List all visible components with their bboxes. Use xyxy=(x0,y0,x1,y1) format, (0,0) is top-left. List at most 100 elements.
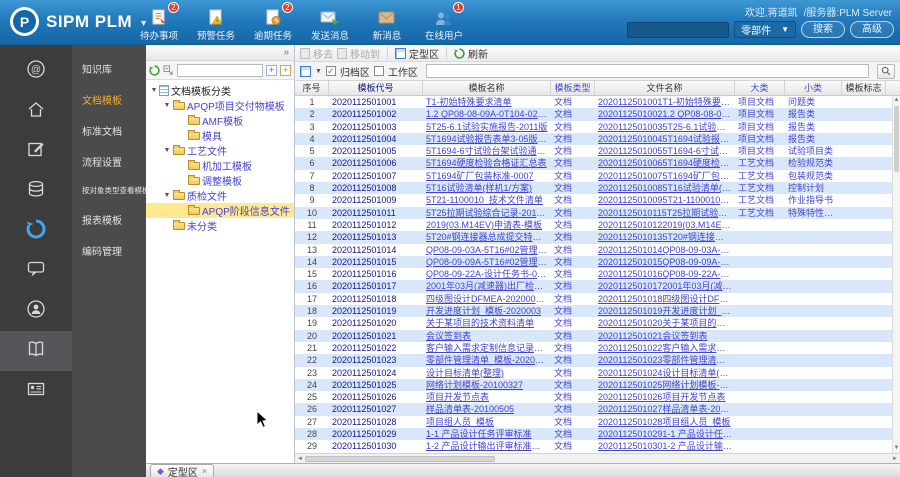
cell-name[interactable]: 2001年03月(减速器)出厂检验单 xyxy=(423,280,551,292)
cell-file[interactable]: 2020112501025网络计划模板-2010 xyxy=(595,379,735,391)
tree-expand-icon[interactable]: ▼ xyxy=(149,87,159,94)
grid-search-button[interactable] xyxy=(877,63,895,79)
rail-chat[interactable] xyxy=(0,251,72,291)
tree-node[interactable]: ▼ 文档模板分类 xyxy=(146,83,294,98)
refresh-button[interactable]: 刷新 xyxy=(454,46,488,61)
move-to-button[interactable]: 移动到 xyxy=(337,46,380,61)
tab-close-icon[interactable]: × xyxy=(202,466,207,476)
finalize-area-button[interactable]: 定型区 xyxy=(395,46,439,61)
cell-name[interactable]: 5T1694硬度检验合格证汇总表 xyxy=(423,157,551,169)
grid-filter-input[interactable] xyxy=(425,64,869,78)
cell-file[interactable]: 20201125010075T1694矿厂包装标准 xyxy=(595,170,735,182)
rail-id-card[interactable] xyxy=(0,371,72,411)
cell-name[interactable]: 样品清单表-20100505 xyxy=(423,403,551,415)
table-row[interactable]: 24 2020112501025 网络计划模板-20100327 文档 20201125… xyxy=(295,378,892,392)
table-row[interactable]: 2 2020112501002 1.2 QP08-08-09A-0T104-02特殊… xyxy=(295,108,892,121)
cell-name[interactable]: 四级图设计DFMEA-2020003版 xyxy=(423,293,551,305)
search-input[interactable] xyxy=(627,21,730,38)
cell-file[interactable]: 2020112501026项目开发节点表 xyxy=(595,391,735,403)
table-row[interactable]: 29 2020112501030 1-2 产品设计输出评审标准清单 文档 2020112… xyxy=(295,440,892,452)
column-header-category[interactable]: 大类 xyxy=(735,81,785,95)
nav-new-message[interactable]: 新消息 xyxy=(364,4,410,42)
rail-database[interactable] xyxy=(0,171,72,211)
table-row[interactable]: 14 2020112501015 QP08-09-09A-5T16#02管理规定 文档… xyxy=(295,255,892,269)
cell-name[interactable]: 会议签到表 xyxy=(423,330,551,342)
rail-person-circle[interactable] xyxy=(0,291,72,331)
table-row[interactable]: 4 2020112501004 5T1694试验报告表单3-05版试验 文档 20201… xyxy=(295,132,892,146)
table-row[interactable]: 1 2020112501001 T1-初始特殊要求清单 文档 2020112501001… xyxy=(295,96,892,108)
table-row[interactable]: 6 2020112501006 5T1694硬度检验合格证汇总表 文档 20201125… xyxy=(295,157,892,170)
table-row[interactable]: 16 2020112501017 2001年03月(减速器)出厂检验单 文档 20201… xyxy=(295,280,892,293)
column-header-flag[interactable]: 模板标志 xyxy=(842,81,886,95)
sidebar-item-按对象类型查看模板[interactable]: 按对象类型查看模板 xyxy=(72,177,146,204)
tree-expand-icon[interactable]: ▼ xyxy=(162,102,172,109)
cell-name[interactable]: 网络计划模板-20100327 xyxy=(423,379,551,391)
table-row[interactable]: 25 2020112501026 项目开发节点表 文档 2020112501026项目开… xyxy=(295,391,892,403)
expand-all-button[interactable]: + xyxy=(266,64,277,76)
cell-file[interactable]: 2020112501023零部件管理清单_模 xyxy=(595,354,735,366)
collapse-tree-icon[interactable] xyxy=(163,64,174,76)
nav-online-users[interactable]: 在线用户 1 xyxy=(421,2,467,42)
cell-name[interactable]: 关于某项目的技术资料清单 xyxy=(423,317,551,329)
cell-name[interactable]: 2019(03.M14EV)申请表-模板 xyxy=(423,219,551,231)
horizontal-scrollbar[interactable]: ◄ ► xyxy=(295,453,900,463)
nav-todo[interactable]: 待办事项 2 xyxy=(136,2,182,42)
table-row[interactable]: 3 2020112501003 5T25-6.1试验实施报告-2011版 文档 2020… xyxy=(295,121,892,133)
table-row[interactable]: 27 2020112501028 项目组人员_模板 文档 2020112501028项目… xyxy=(295,416,892,428)
tree-node[interactable]: ▼ 工艺文件 xyxy=(146,143,294,158)
sidebar-item-标准文档[interactable]: 标准文档 xyxy=(72,115,146,146)
column-header-no[interactable]: 序号 xyxy=(295,81,329,95)
rail-home[interactable] xyxy=(0,91,72,131)
table-row[interactable]: 28 2020112501029 1-1 产品设计任务评审标准 文档 202011250… xyxy=(295,428,892,441)
cell-file[interactable]: 20201125010085T16试验清单(样机1 xyxy=(595,182,735,194)
cell-name[interactable]: 开发进度计划_模板-2020003 xyxy=(423,305,551,317)
table-row[interactable]: 26 2020112501027 样品清单表-20100505 文档 202011250… xyxy=(295,403,892,416)
cell-file[interactable]: 2020112501014QP08-09-03A-5T16# xyxy=(595,244,735,256)
table-row[interactable]: 5 2020112501005 5T1694-6寸试验台架试验通知单 文档 202011… xyxy=(295,145,892,157)
advanced-search-button[interactable]: 高级 xyxy=(850,21,894,38)
cell-file[interactable]: 20201125010065T1694硬度检验合格 xyxy=(595,157,735,169)
tree-refresh-icon[interactable] xyxy=(149,64,160,76)
cell-name[interactable]: QP08-09-22A-设计任务书-03版 xyxy=(423,268,551,280)
cell-file[interactable]: 20201125010021.2 QP08-08-09A-0T104 xyxy=(595,108,735,120)
cell-name[interactable]: 5T16试验清单(样机1/方案) xyxy=(423,182,551,194)
tree-node[interactable]: ▼ APQP项目交付物模板 xyxy=(146,98,294,113)
cell-file[interactable]: 2020112501024设计目标清单(整理) xyxy=(595,367,735,379)
cell-name[interactable]: 项目组人员_模板 xyxy=(423,416,551,428)
column-settings-icon[interactable] xyxy=(300,65,311,77)
cell-name[interactable]: 5T21-1100010_技术文件清单 xyxy=(423,194,551,206)
cell-file[interactable]: 20201125010122019(03.M14EV)申请 xyxy=(595,219,735,231)
sidebar-item-流程设置[interactable]: 流程设置 xyxy=(72,146,146,177)
tab-finalize-area[interactable]: ◆ 定型区 × xyxy=(150,464,215,477)
table-row[interactable]: 11 2020112501012 2019(03.M14EV)申请表-模板 文档 202… xyxy=(295,219,892,231)
scroll-down-icon[interactable]: ▼ xyxy=(893,444,900,453)
nav-warning-task[interactable]: 预警任务 xyxy=(193,4,239,42)
nav-overdue-task[interactable]: 逾期任务 2 xyxy=(250,2,296,42)
column-settings-chevron-icon[interactable]: ▼ xyxy=(315,68,322,75)
cell-name[interactable]: 零部件管理清单_模板-20200版 xyxy=(423,354,551,366)
column-header-type[interactable]: 模板类型 xyxy=(551,81,595,95)
cell-file[interactable]: 2020112501015QP08-09-09A-5T16# xyxy=(595,256,735,268)
cell-name[interactable]: 5T1694-6寸试验台架试验通知单 xyxy=(423,145,551,157)
cell-file[interactable]: 20201125010045T1694试验报告表单 xyxy=(595,133,735,145)
tree-node[interactable]: 模具 xyxy=(146,128,294,143)
table-row[interactable]: 10 2020112501011 5T25拉期试验综合记录-2011版 文档 20201… xyxy=(295,206,892,219)
collapse-panel-icon[interactable]: » xyxy=(283,47,289,58)
cell-file[interactable]: 2020112501021会议签到表 xyxy=(595,330,735,342)
tree-node[interactable]: ▼ 质检文件 xyxy=(146,188,294,203)
cell-name[interactable]: 5T20#钢连接器总成提交特殊产品 xyxy=(423,231,551,243)
table-row[interactable]: 18 2020112501019 开发进度计划_模板-2020003 文档 202011… xyxy=(295,305,892,318)
sidebar-item-知识库[interactable]: 知识库 xyxy=(72,53,146,84)
search-button[interactable]: 搜索 xyxy=(801,21,845,38)
cell-file[interactable]: 2020112501027样品清单表-201005 xyxy=(595,403,735,415)
tree-node[interactable]: AMF模板 xyxy=(146,113,294,128)
cell-name[interactable]: T1-初始特殊要求清单 xyxy=(423,96,551,108)
cell-name[interactable]: 5T25拉期试验综合记录-2011版 xyxy=(423,207,551,219)
rail-edit[interactable] xyxy=(0,131,72,171)
tree-node[interactable]: 未分类 xyxy=(146,218,294,233)
cell-file[interactable]: 20201125010135T20#钢连接器总成 xyxy=(595,231,735,243)
cell-name[interactable]: 5T25-6.1试验实施报告-2011版 xyxy=(423,121,551,133)
cell-name[interactable]: 设计目标清单(整理) xyxy=(423,367,551,379)
cell-file[interactable]: 20201125010115T25拉期试验综合记 xyxy=(595,207,735,219)
column-header-file[interactable]: 文件名称 xyxy=(595,81,735,95)
